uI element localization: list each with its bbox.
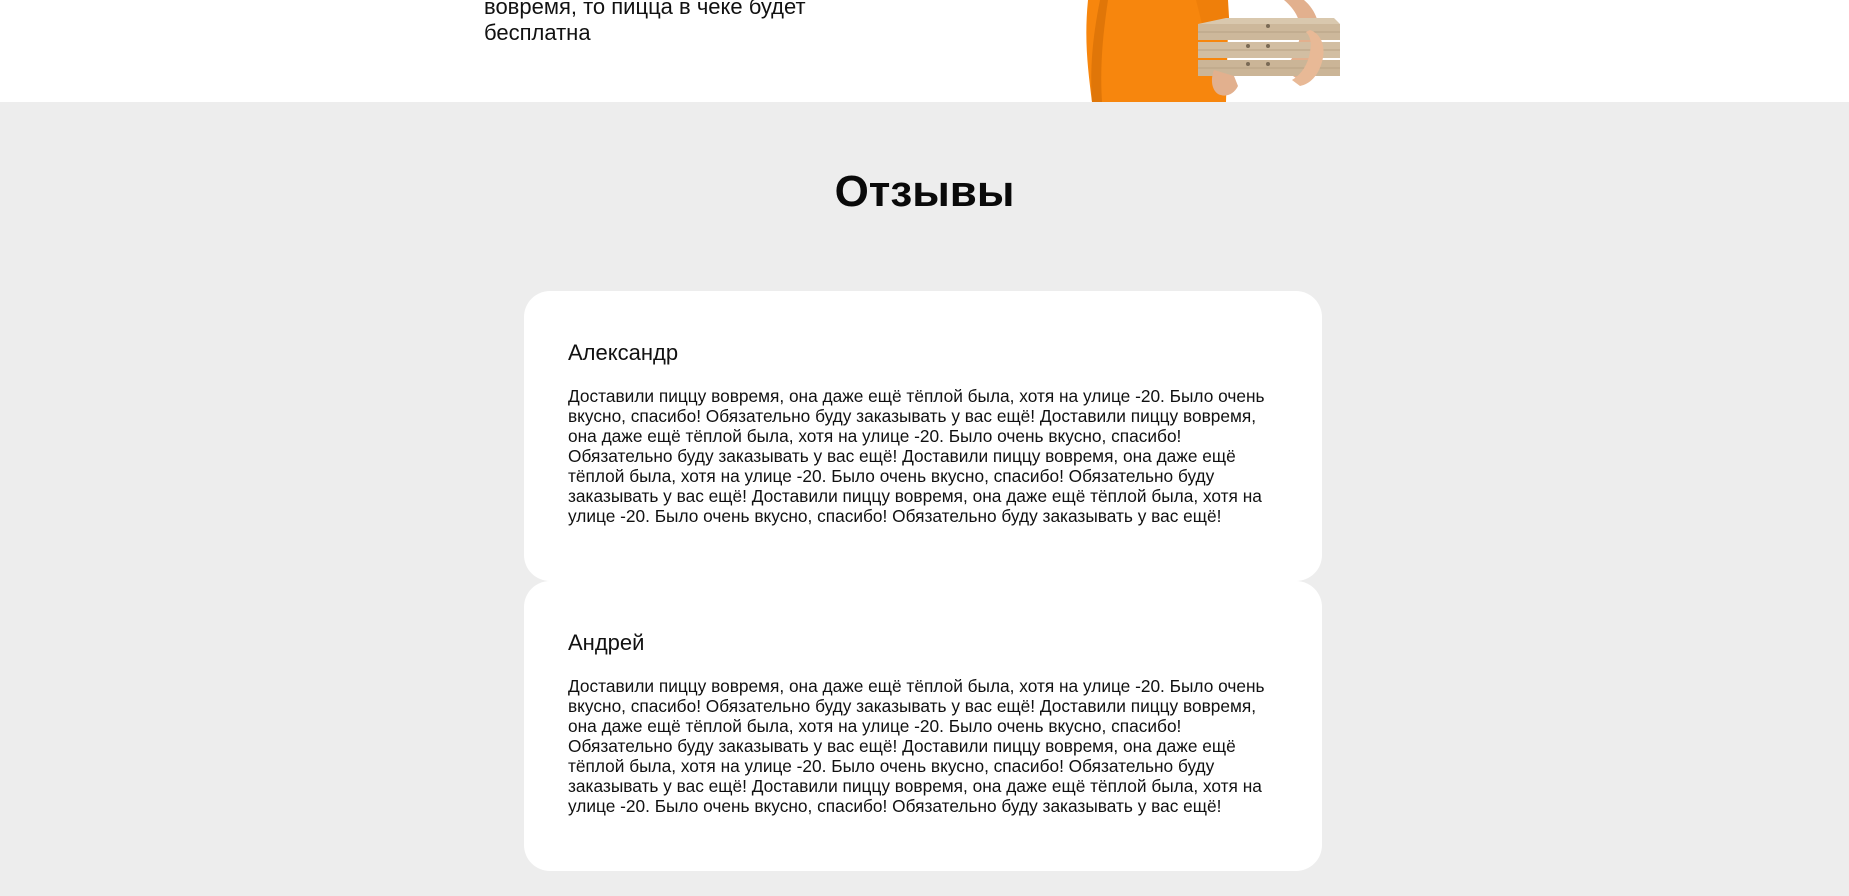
- review-author: Александр: [568, 340, 679, 365]
- reviews-section: Отзывы Александр Доставили пиццу вовремя…: [0, 102, 1849, 896]
- reviews-title: Отзывы: [834, 167, 1015, 216]
- review-card: Александр Доставили пиццу вовремя, она д…: [524, 291, 1322, 581]
- review-card: Андрей Доставили пиццу вовремя, она даже…: [524, 581, 1322, 871]
- review-text: Доставили пиццу вовремя, она даже ещё тё…: [568, 386, 1265, 526]
- delivery-promo-text: вовремя, то пицца в чеке будет бесплатна: [484, 0, 806, 45]
- review-author: Андрей: [568, 630, 645, 655]
- delivery-promo-section: вовремя, то пицца в чеке будет бесплатна: [0, 0, 1849, 102]
- review-text: Доставили пиццу вовремя, она даже ещё тё…: [568, 676, 1265, 816]
- courier-with-pizza-boxes-image: [1086, 0, 1340, 102]
